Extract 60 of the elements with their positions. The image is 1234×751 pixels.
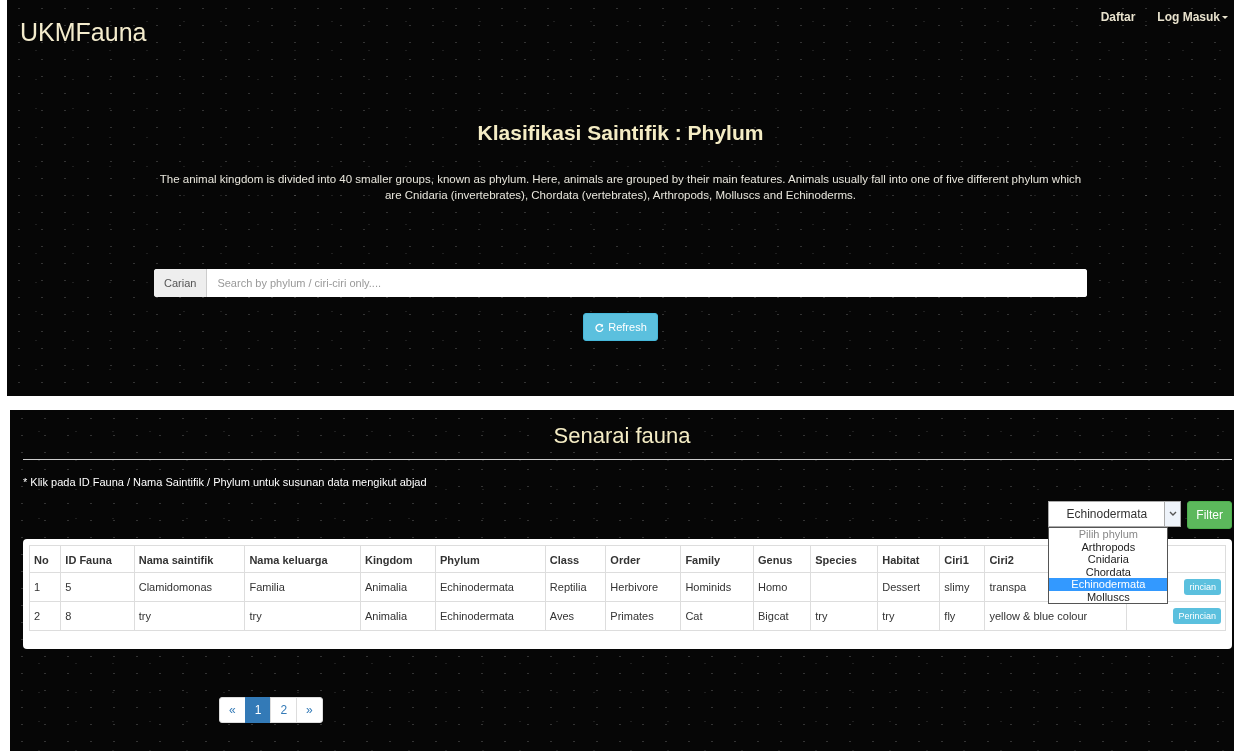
table-cell: Echinodermata (439, 581, 514, 593)
column-header[interactable]: Ciri2 (989, 554, 1014, 566)
refresh-icon (594, 321, 606, 333)
column-header[interactable]: Genus (758, 554, 793, 566)
column-header[interactable]: Nama saintifik (138, 554, 214, 566)
page-link[interactable]: « (219, 697, 246, 723)
column-header[interactable]: Phylum (439, 554, 480, 566)
dropdown-option[interactable]: Chordata (1049, 565, 1168, 578)
table-cell: Clamidomonas (138, 581, 213, 593)
search-addon: Carian (154, 269, 208, 297)
table-cell: try (249, 610, 262, 622)
table-cell: Primates (610, 610, 654, 622)
table-cell: Animalia (364, 610, 408, 622)
table-cell: yellow & blue colour (989, 610, 1088, 622)
table-cell: Aves (549, 610, 575, 622)
column-header[interactable]: Ciri1 (944, 554, 969, 566)
column-header[interactable]: Habitat (882, 554, 920, 566)
table-cell: Cat (685, 610, 703, 622)
table-cell: Bigcat (758, 610, 789, 622)
table-cell: Familia (249, 581, 285, 593)
table-cell: try (882, 610, 895, 622)
table-cell: try (815, 610, 828, 622)
table-cell: 8 (65, 610, 72, 622)
section-title: Senarai fauna (552, 423, 692, 449)
table-cell: Herbivore (610, 581, 659, 593)
table-cell: 5 (65, 581, 72, 593)
sort-note: * Klik pada ID Fauna / Nama Saintifik / Phylum untuk susunan data mengikut abjad (23, 476, 428, 488)
column-header[interactable]: Order (610, 554, 641, 566)
table-cell: Animalia (364, 581, 408, 593)
column-header[interactable]: Class (549, 554, 580, 566)
table-cell: 2 (34, 610, 41, 622)
phylum-select[interactable]: Echinodermata (1048, 501, 1182, 527)
table-cell: transpa (989, 581, 1027, 593)
table-cell: Reptilia (549, 581, 587, 593)
column-header[interactable]: Family (685, 554, 721, 566)
dropdown-option[interactable]: Molluscs (1049, 590, 1168, 603)
column-header[interactable]: No (34, 554, 49, 566)
brand-logo[interactable]: UKMFauna (20, 18, 147, 47)
table-cell: Echinodermata (439, 610, 514, 622)
table-cell: 1 (34, 581, 41, 593)
table-cell: slimy (944, 581, 970, 593)
table-cell: try (138, 610, 151, 622)
table-cell: Homo (758, 581, 788, 593)
table-cell: Dessert (882, 581, 921, 593)
hero-title: Klasifikasi Saintifik : Phylum (477, 121, 764, 145)
hero-description: The animal kingdom is divided into 40 smaller groups, known as phylum. Here, animals are grouped by their main features. Animals usually fall into one of five different phylum which are Cnidaria (invertebrates), Chordata (vertebrates), Arthropods, Molluscs and Echinoderms. (158, 172, 1083, 203)
dropdown-option[interactable]: Cnidaria (1049, 553, 1168, 566)
column-header[interactable]: Kingdom (364, 554, 413, 566)
column-header[interactable]: Nama keluarga (249, 554, 328, 566)
table-cell: fly (944, 610, 956, 622)
page-link[interactable]: 2 (270, 697, 298, 723)
caret-icon (1222, 15, 1228, 19)
page-link[interactable]: » (296, 697, 323, 723)
nav-link[interactable]: Log Masuk (1157, 10, 1228, 24)
column-header[interactable]: ID Fauna (65, 554, 112, 566)
table-cell: Hominids (685, 581, 732, 593)
search-field[interactable]: Carian Search by phylum / ciri-ciri only.... (154, 269, 1087, 297)
dropdown-option[interactable]: Arthropods (1049, 540, 1168, 553)
column-header[interactable]: Species (815, 554, 857, 566)
nav-link[interactable]: Daftar (1100, 10, 1136, 24)
